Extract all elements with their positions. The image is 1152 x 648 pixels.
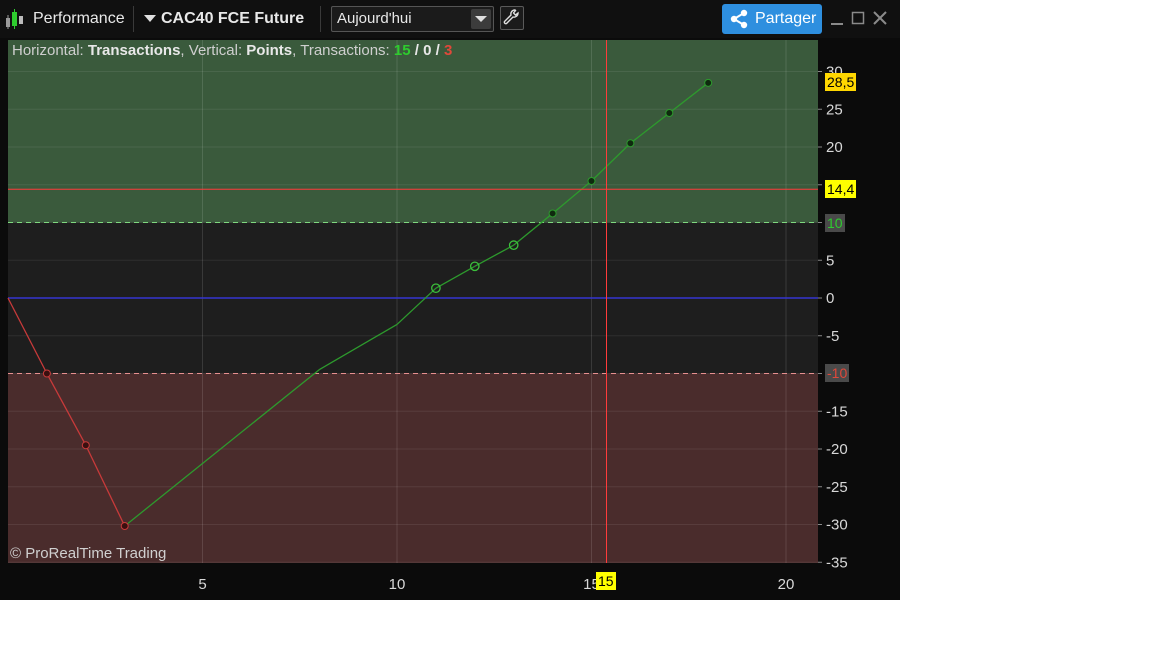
gain-zone [8,40,818,223]
losses-count: 3 [443,42,453,59]
trade-point [548,209,557,218]
y-tick-label: -20 [826,441,848,458]
cursor-y-tag: 14,4 [825,180,857,198]
x-tick-label: 5 [198,576,206,593]
trade-point [626,139,635,148]
chart-info-line: Horizontal: Transactions, Vertical: Poin… [12,42,453,59]
lower-level-tag: -10 [825,364,850,382]
y-tick-label: 5 [826,252,834,269]
cursor-x-tag: 15 [596,572,616,590]
x-tick-label: 20 [778,576,795,593]
vertical-value: Points [246,42,293,59]
wins-count: 15 [393,42,411,59]
performance-window: Performance CAC40 FCE Future Aujourd'hui [0,0,900,600]
vertical-label: Vertical: [188,42,243,59]
trade-point [81,441,90,450]
trade-point [42,369,51,378]
separator-slash: / [414,42,419,59]
y-tick-label: -15 [826,403,848,420]
last-value-tag: 28,5 [825,73,857,91]
performance-chart[interactable]: 302520151050-5-10-15-20-25-30-35 5101520 [0,0,900,600]
y-tick-label: -30 [826,517,848,534]
transactions-label: Transactions: [300,42,390,59]
separator-slash: / [435,42,440,59]
y-tick-label: -35 [826,554,848,571]
horizontal-label: Horizontal: [12,42,84,59]
trade-point [665,109,674,118]
upper-level-tag: 10 [825,214,845,232]
y-tick-label: -5 [826,328,839,345]
y-axis-ticks: 302520151050-5-10-15-20-25-30-35 [818,64,848,571]
horizontal-value: Transactions [87,42,181,59]
trade-point [120,522,129,531]
y-tick-label: -25 [826,479,848,496]
trade-point [704,78,713,87]
zones [8,40,818,563]
y-tick-label: 20 [826,139,843,156]
x-tick-label: 10 [389,576,406,593]
neutral-count: 0 [423,42,432,59]
y-tick-label: 25 [826,101,843,118]
copyright-label: © ProRealTime Trading [10,545,167,562]
trade-point [587,176,596,185]
x-axis-ticks: 5 10 15 20 [198,576,794,593]
loss-zone [8,373,818,563]
y-tick-label: 0 [826,290,834,307]
